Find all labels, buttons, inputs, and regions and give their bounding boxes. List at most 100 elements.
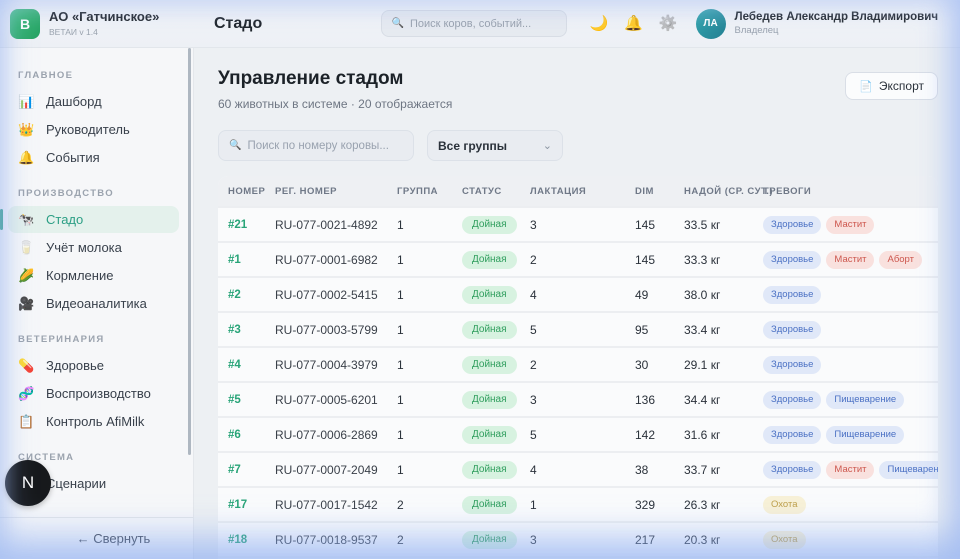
group-filter-value: Все группы: [438, 139, 507, 153]
cow-search-input[interactable]: [247, 140, 403, 152]
herd-summary: 60 животных в системе · 20 отображается: [218, 97, 452, 111]
cow-number-link[interactable]: #17: [228, 499, 275, 511]
cow-number-link[interactable]: #7: [228, 464, 275, 476]
cow-yield: 38.0 кг: [684, 288, 763, 302]
group-filter-select[interactable]: Все группы ⌄: [427, 130, 563, 161]
sidebar-item-afimilk[interactable]: 📋 Контроль AfiMilk: [0, 408, 193, 435]
table-row[interactable]: #4 RU-077-0004-3979 1 Дойная 2 30 29.1 к…: [218, 346, 938, 381]
sidebar-item-manager[interactable]: 👑 Руководитель: [0, 116, 193, 143]
cow-lactation: 4: [530, 288, 635, 302]
camera-icon: 🎥: [18, 296, 35, 312]
cow-yield: 33.4 кг: [684, 323, 763, 337]
table-row[interactable]: #5 RU-077-0005-6201 1 Дойная 3 136 34.4 …: [218, 381, 938, 416]
cow-reg-number: RU-077-0018-9537: [275, 533, 397, 547]
status-badge: Дойная: [462, 391, 517, 409]
sidebar-item-herd[interactable]: 🐄 Стадо: [8, 206, 179, 233]
status-badge: Дойная: [462, 531, 517, 549]
cow-number-link[interactable]: #2: [228, 289, 275, 301]
milk-icon: 🥛: [18, 240, 35, 256]
user-menu[interactable]: ЛА Лебедев Александр Владимирович Владел…: [696, 9, 960, 39]
status-badge: Дойная: [462, 356, 517, 374]
avatar[interactable]: ЛА: [696, 9, 726, 39]
collapse-sidebar-button[interactable]: ← Свернуть: [0, 517, 193, 559]
herd-table: НОМЕР РЕГ. НОМЕР ГРУППА СТАТУС ЛАКТАЦИЯ …: [218, 176, 938, 559]
alert-badge: Мастит: [826, 251, 874, 269]
sidebar-item-label: Дашборд: [46, 94, 102, 109]
gear-icon[interactable]: ⚙️: [659, 16, 678, 31]
table-row[interactable]: #3 RU-077-0003-5799 1 Дойная 5 95 33.4 к…: [218, 311, 938, 346]
sidebar-item-video[interactable]: 🎥 Видеоаналитика: [0, 290, 193, 317]
sidebar-item-feeding[interactable]: 🌽 Кормление: [0, 262, 193, 289]
cow-number-link[interactable]: #5: [228, 394, 275, 406]
cow-number-link[interactable]: #4: [228, 359, 275, 371]
cow-reg-number: RU-077-0006-2869: [275, 428, 397, 442]
status-badge: Дойная: [462, 286, 517, 304]
table-row[interactable]: #6 RU-077-0006-2869 1 Дойная 5 142 31.6 …: [218, 416, 938, 451]
sidebar-item-dashboard[interactable]: 📊 Дашборд: [0, 88, 193, 115]
cow-lactation: 4: [530, 463, 635, 477]
company-name: АО «Гатчинское»: [49, 10, 159, 24]
cow-number-link[interactable]: #6: [228, 429, 275, 441]
sidebar-item-milk[interactable]: 🥛 Учёт молока: [0, 234, 193, 261]
alert-badges: ЗдоровьеМаститАборт: [763, 251, 938, 269]
sidebar-item-events[interactable]: 🔔 События: [0, 144, 193, 171]
alert-badge: Здоровье: [763, 426, 821, 444]
bell-icon[interactable]: 🔔: [624, 16, 643, 31]
alert-badges: Здоровье Мастит Пищеварение: [763, 461, 938, 479]
cow-reg-number: RU-077-0007-2049: [275, 463, 397, 477]
table-row[interactable]: #7 RU-077-0007-2049 1 Дойная 4 38 33.7 к…: [218, 451, 938, 486]
table-row[interactable]: #17 RU-077-0017-1542 2 Дойная 1 329 26.3…: [218, 486, 938, 521]
table-row[interactable]: #1 RU-077-0001-6982 1 Дойная 2 145 33.3 …: [218, 241, 938, 276]
table-row[interactable]: #18 RU-077-0018-9537 2 Дойная 3 217 20.3…: [218, 521, 938, 556]
main-content: Управление стадом 60 животных в системе …: [194, 48, 960, 559]
cow-reg-number: RU-077-0003-5799: [275, 323, 397, 337]
sidebar-item-health[interactable]: 💊 Здоровье: [0, 352, 193, 379]
status-badge: Дойная: [462, 321, 517, 339]
pill-icon: 💊: [18, 358, 35, 374]
table-row[interactable]: #2 RU-077-0002-5415 1 Дойная 4 49 38.0 к…: [218, 276, 938, 311]
moon-icon[interactable]: 🌙: [589, 16, 608, 31]
alert-badge: Здоровье: [763, 461, 821, 479]
export-button[interactable]: 📄 Экспорт: [845, 72, 938, 100]
sidebar-item-label: Сценарии: [46, 476, 106, 491]
bell-icon: 🔔: [18, 150, 35, 166]
alert-badge: Мастит: [826, 461, 874, 479]
sidebar-scrollbar[interactable]: [188, 48, 191, 455]
cow-lactation: 2: [530, 358, 635, 372]
dna-icon: 🧬: [18, 386, 35, 402]
sidebar-item-label: Стадо: [46, 212, 83, 227]
cow-number-link[interactable]: #3: [228, 324, 275, 336]
cow-group: 1: [397, 323, 462, 337]
dashboard-icon: 📊: [18, 94, 35, 110]
alert-badges: ЗдоровьеПищеварение: [763, 426, 938, 444]
cow-reg-number: RU-077-0021-4892: [275, 218, 397, 232]
cow-number-link[interactable]: #21: [228, 219, 275, 231]
cow-yield: 33.7 кг: [684, 463, 763, 477]
col-alerts: ТРЕВОГИ: [763, 186, 938, 197]
section-title-production: ПРОИЗВОДСТВО: [0, 184, 193, 205]
alert-badge: Пищеварение: [879, 461, 938, 479]
col-dim: DIM: [635, 186, 684, 197]
cow-number-link[interactable]: #1: [228, 254, 275, 266]
sidebar-item-label: Воспроизводство: [46, 386, 151, 401]
cow-group: 2: [397, 533, 462, 547]
alert-badges: ЗдоровьеПищеварение: [763, 391, 938, 409]
table-row[interactable]: #21 RU-077-0021-4892 1 Дойная 3 145 33.5…: [218, 206, 938, 241]
cow-lactation: 3: [530, 393, 635, 407]
brand-logo: В: [10, 9, 40, 39]
user-role: Владелец: [735, 25, 938, 36]
cow-group: 2: [397, 498, 462, 512]
cow-dim: 136: [635, 393, 684, 407]
col-lactation: ЛАКТАЦИЯ: [530, 186, 635, 197]
cow-number-link[interactable]: #18: [228, 534, 275, 546]
global-search-input[interactable]: [410, 18, 558, 30]
alert-badge: Охота: [763, 531, 806, 549]
cow-search[interactable]: 🔍: [218, 130, 414, 161]
global-search[interactable]: 🔍: [381, 10, 567, 37]
floating-n-button[interactable]: N: [5, 460, 51, 506]
cow-group: 1: [397, 358, 462, 372]
cow-reg-number: RU-077-0017-1542: [275, 498, 397, 512]
alert-badge: Здоровье: [763, 216, 821, 234]
cow-lactation: 5: [530, 323, 635, 337]
sidebar-item-reproduction[interactable]: 🧬 Воспроизводство: [0, 380, 193, 407]
